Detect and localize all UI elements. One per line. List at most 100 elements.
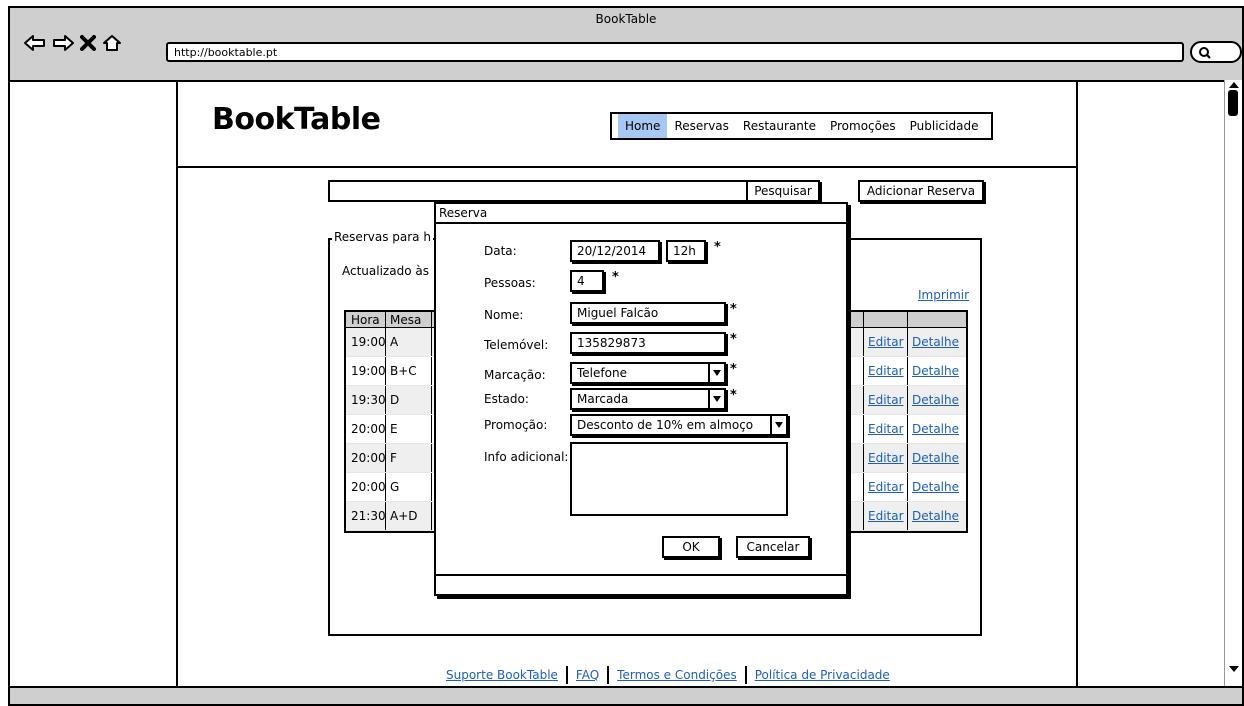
label-estado: Estado:	[484, 392, 529, 406]
cell-detail: Detalhe	[908, 502, 966, 530]
menu-item-home[interactable]: Home	[618, 114, 668, 138]
detail-link[interactable]: Detalhe	[912, 422, 959, 436]
phone-field[interactable]: 135829873	[570, 332, 726, 354]
chevron-down-icon[interactable]	[708, 364, 724, 382]
footer-divider	[607, 666, 610, 684]
dialog-title: Reserva	[436, 204, 846, 224]
footer-link-terms[interactable]: Termos e Condições	[617, 668, 737, 682]
cell-edit: Editar	[864, 357, 908, 385]
header-hora: Hora	[346, 312, 386, 327]
promotion-select[interactable]: Desconto de 10% em almoço	[570, 414, 788, 436]
info-textarea[interactable]	[570, 442, 788, 516]
search-input[interactable]	[328, 180, 748, 202]
footer-link-privacy[interactable]: Política de Privacidade	[755, 668, 890, 682]
edit-link[interactable]: Editar	[868, 509, 904, 523]
back-arrow-icon[interactable]	[24, 34, 46, 52]
cell-hora: 20:00	[346, 473, 386, 501]
edit-link[interactable]: Editar	[868, 335, 904, 349]
cell-mesa: A	[386, 328, 432, 356]
scroll-down-icon[interactable]	[1229, 666, 1239, 672]
required-mark: *	[612, 270, 619, 285]
browser-search-field[interactable]	[1190, 41, 1242, 63]
cell-mesa: G	[386, 473, 432, 501]
cell-edit: Editar	[864, 444, 908, 472]
chevron-down-icon[interactable]	[770, 416, 786, 434]
header-edit	[864, 312, 908, 327]
cell-mesa: F	[386, 444, 432, 472]
required-mark: *	[730, 302, 737, 317]
edit-link[interactable]: Editar	[868, 364, 904, 378]
required-mark: *	[730, 332, 737, 347]
browser-viewport: BookTable Home Reservas Restaurante Prom…	[10, 80, 1226, 692]
detail-link[interactable]: Detalhe	[912, 451, 959, 465]
cell-mesa: D	[386, 386, 432, 414]
footer: Suporte BookTable FAQ Termos e Condições…	[438, 666, 898, 684]
menu-item-restaurante[interactable]: Restaurante	[736, 114, 823, 138]
detail-link[interactable]: Detalhe	[912, 335, 959, 349]
main-menu: Home Reservas Restaurante Promoções Publ…	[610, 112, 994, 140]
label-marcacao: Marcação:	[484, 368, 546, 382]
cell-edit: Editar	[864, 473, 908, 501]
detail-link[interactable]: Detalhe	[912, 393, 959, 407]
edit-link[interactable]: Editar	[868, 480, 904, 494]
print-link[interactable]: Imprimir	[918, 288, 969, 302]
updated-text: Actualizado às 1	[342, 264, 441, 278]
menu-item-reservas[interactable]: Reservas	[667, 114, 735, 138]
cell-detail: Detalhe	[908, 415, 966, 443]
name-field[interactable]: Miguel Falcão	[570, 302, 726, 324]
header-mesa: Mesa	[386, 312, 432, 327]
edit-link[interactable]: Editar	[868, 451, 904, 465]
reservation-dialog: Reserva Data: 20/12/2014 12h * Pessoas: …	[434, 202, 848, 596]
vertical-scrollbar[interactable]	[1224, 80, 1242, 690]
cell-detail: Detalhe	[908, 386, 966, 414]
scroll-thumb[interactable]	[1228, 90, 1238, 116]
cell-hora: 20:00	[346, 444, 386, 472]
cell-edit: Editar	[864, 415, 908, 443]
url-input[interactable]: http://booktable.pt	[166, 42, 1184, 62]
scroll-up-icon[interactable]	[1229, 82, 1239, 88]
reservations-legend: Reservas para h	[332, 230, 433, 244]
cell-edit: Editar	[864, 328, 908, 356]
footer-link-support[interactable]: Suporte BookTable	[446, 668, 558, 682]
edit-link[interactable]: Editar	[868, 422, 904, 436]
cell-hora: 20:00	[346, 415, 386, 443]
home-icon[interactable]	[102, 34, 122, 52]
status-value: Marcada	[577, 392, 629, 406]
status-select[interactable]: Marcada	[570, 388, 726, 410]
cell-edit: Editar	[864, 502, 908, 530]
label-info: Info adicional:	[484, 450, 569, 464]
stop-icon[interactable]	[80, 35, 96, 51]
label-nome: Nome:	[484, 308, 524, 322]
cell-detail: Detalhe	[908, 357, 966, 385]
detail-link[interactable]: Detalhe	[912, 480, 959, 494]
cancel-button[interactable]: Cancelar	[736, 536, 810, 558]
footer-link-faq[interactable]: FAQ	[576, 668, 599, 682]
detail-link[interactable]: Detalhe	[912, 509, 959, 523]
promotion-value: Desconto de 10% em almoço	[577, 418, 754, 432]
detail-link[interactable]: Detalhe	[912, 364, 959, 378]
add-reservation-button[interactable]: Adicionar Reserva	[858, 180, 984, 202]
cell-hora: 19:00	[346, 357, 386, 385]
label-telemovel: Telemóvel:	[484, 338, 549, 352]
people-field[interactable]: 4	[570, 270, 604, 292]
site-logo[interactable]: BookTable	[212, 102, 381, 137]
cell-hora: 19:00	[346, 328, 386, 356]
cell-detail: Detalhe	[908, 473, 966, 501]
required-mark: *	[730, 388, 737, 403]
search-icon	[1199, 47, 1211, 59]
chevron-down-icon[interactable]	[708, 390, 724, 408]
date-field[interactable]: 20/12/2014	[570, 240, 660, 262]
booking-method-select[interactable]: Telefone	[570, 362, 726, 384]
search-button[interactable]: Pesquisar	[746, 180, 820, 202]
cell-mesa: E	[386, 415, 432, 443]
time-field[interactable]: 12h	[666, 240, 706, 262]
ok-button[interactable]: OK	[662, 536, 720, 558]
cell-hora: 19:30	[346, 386, 386, 414]
cell-edit: Editar	[864, 386, 908, 414]
dialog-status-bar	[436, 574, 846, 594]
menu-item-promocoes[interactable]: Promoções	[823, 114, 903, 138]
menu-item-publicidade[interactable]: Publicidade	[903, 114, 986, 138]
booking-method-value: Telefone	[577, 366, 627, 380]
forward-arrow-icon[interactable]	[52, 34, 74, 52]
edit-link[interactable]: Editar	[868, 393, 904, 407]
